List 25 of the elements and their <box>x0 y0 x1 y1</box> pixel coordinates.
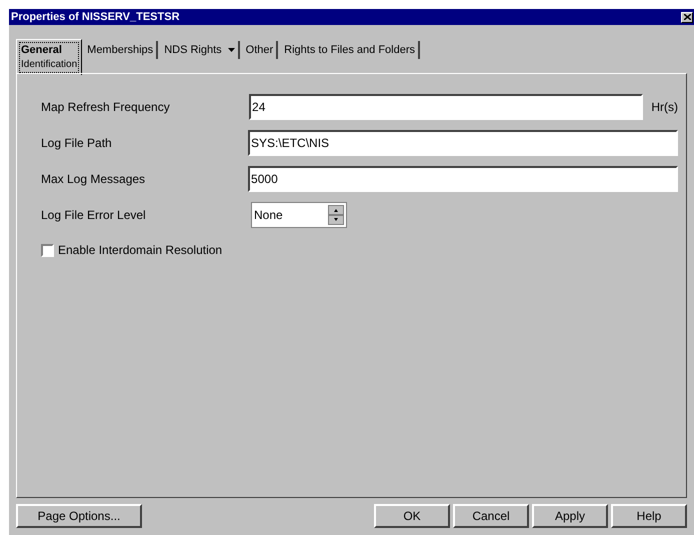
tab[interactable]: NDS Rights <box>161 41 240 59</box>
dialog-button[interactable]: Help <box>611 504 687 528</box>
tab[interactable]: General Identification <box>16 39 82 75</box>
spin-arrows-icon[interactable] <box>328 205 344 225</box>
tab[interactable]: Memberships <box>84 41 158 59</box>
unit-label: Hr(s) <box>651 99 678 116</box>
input-field[interactable]: SYS:\ETC\NIS <box>248 130 678 156</box>
window-title: Properties of NISSERV_TESTSR <box>11 10 180 25</box>
field-label: Log File Error Level <box>41 207 147 224</box>
close-icon <box>684 14 690 20</box>
close-button[interactable] <box>681 12 693 22</box>
field-label: Map Refresh Frequency <box>41 99 171 116</box>
spinner-field[interactable]: None <box>251 202 347 228</box>
field-label: Max Log Messages <box>41 171 146 188</box>
checkbox[interactable] <box>41 244 54 256</box>
input-field[interactable]: 24 <box>249 94 644 120</box>
dialog-button[interactable]: Apply <box>532 504 608 528</box>
input-field[interactable]: 5000 <box>248 166 678 192</box>
tab[interactable]: Rights to Files and Folders <box>281 41 420 59</box>
dialog-button[interactable]: OK <box>374 504 450 528</box>
field-label: Log File Path <box>41 135 113 152</box>
dialog-button[interactable]: Cancel <box>453 504 529 528</box>
dialog-button[interactable]: Page Options... <box>16 504 142 528</box>
tab[interactable]: Other <box>242 41 278 59</box>
checkbox-label: Enable Interdomain Resolution <box>58 242 222 259</box>
